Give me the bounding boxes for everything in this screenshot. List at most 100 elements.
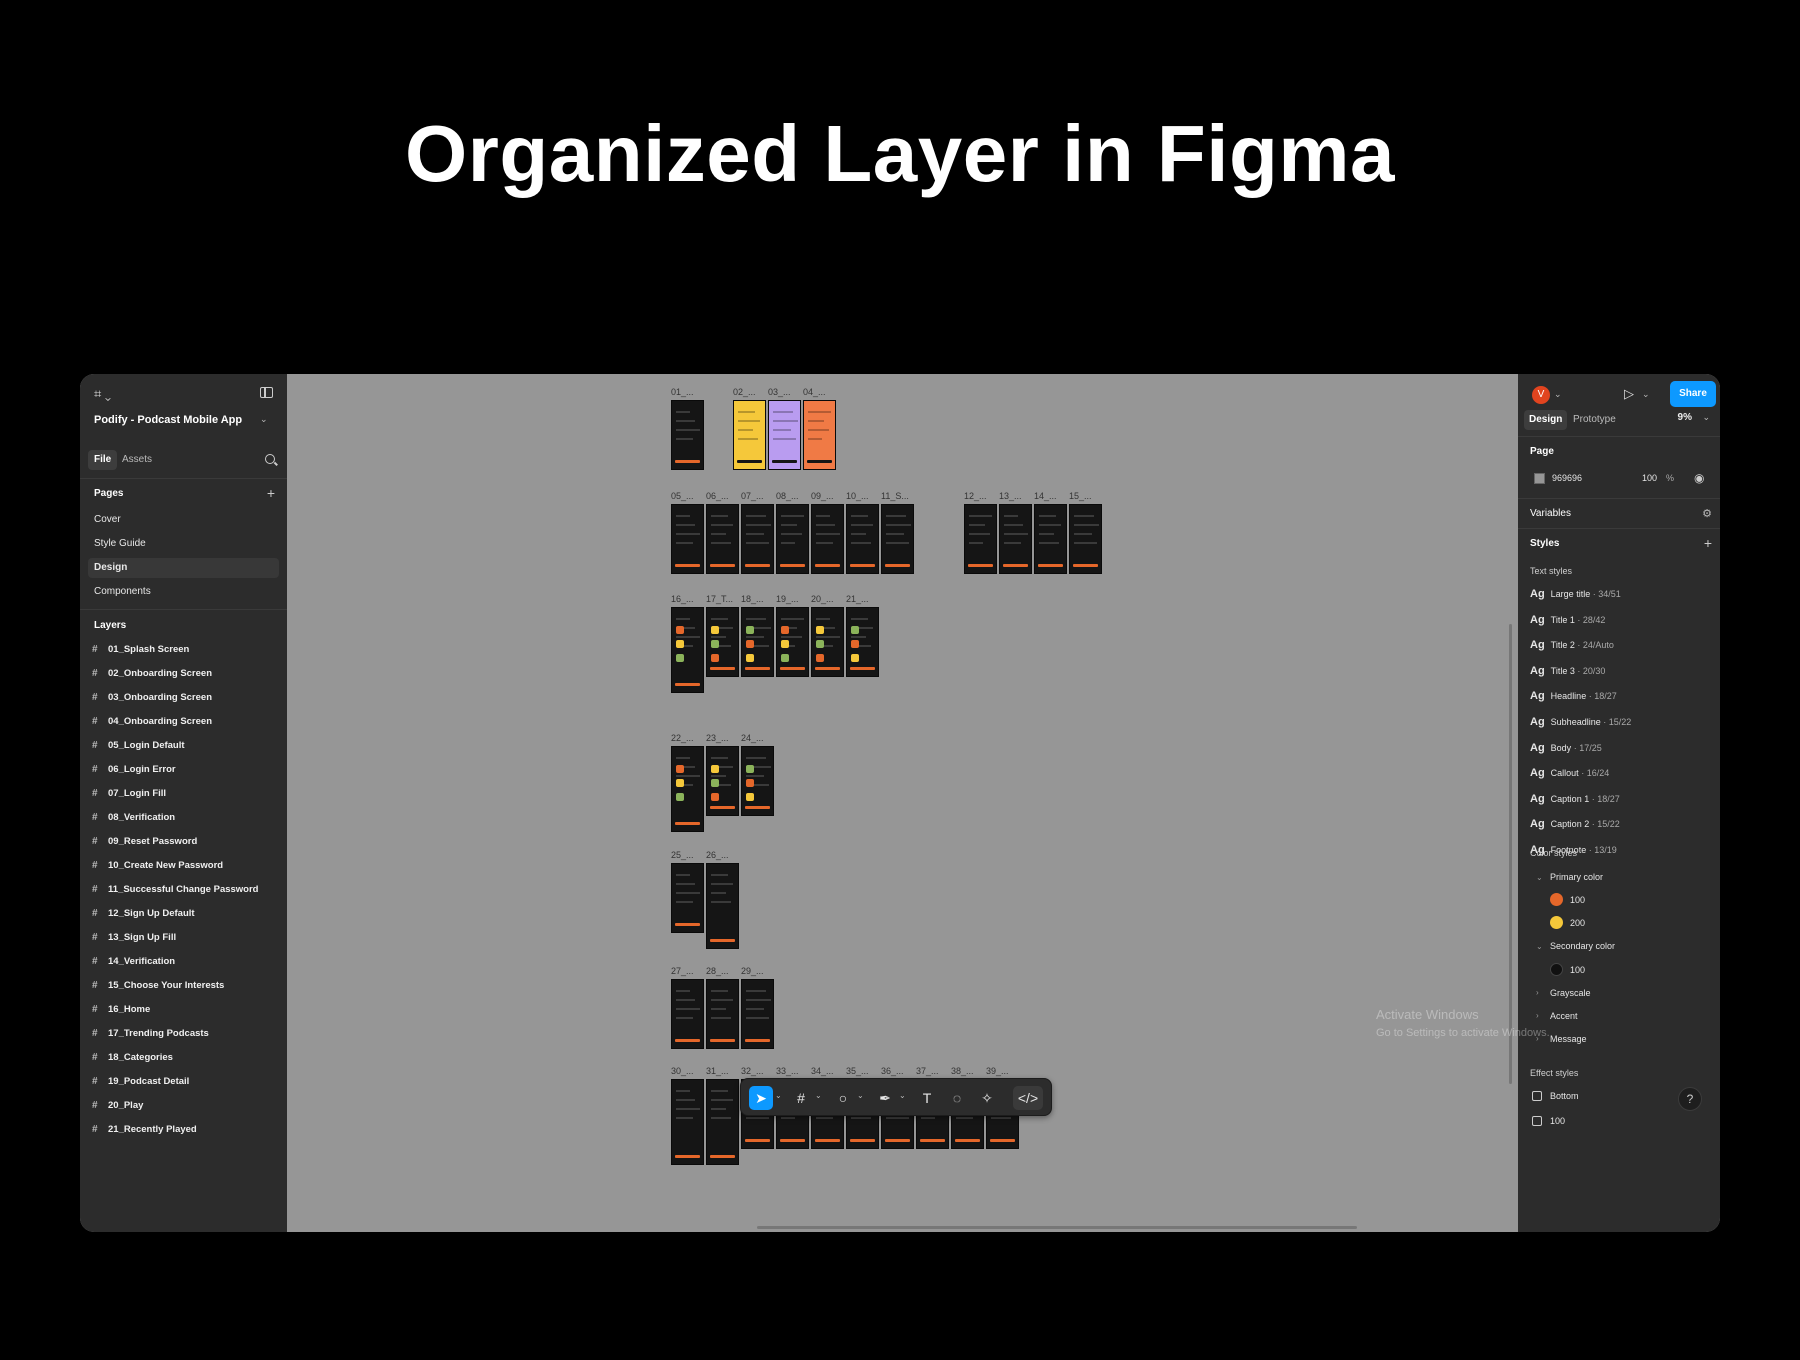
frame-label[interactable]: 14_... — [1034, 491, 1057, 501]
frame-label[interactable]: 38_... — [951, 1066, 974, 1076]
screen-frame[interactable] — [811, 607, 844, 677]
chevron-right-icon[interactable]: › — [1536, 988, 1539, 997]
screen-frame[interactable] — [768, 400, 801, 470]
screen-frame[interactable] — [671, 504, 704, 574]
frame-label[interactable]: 26_... — [706, 850, 729, 860]
frame-label[interactable]: 15_... — [1069, 491, 1092, 501]
frame-label[interactable]: 24_... — [741, 733, 764, 743]
screen-frame[interactable] — [881, 504, 914, 574]
chevron-down-icon[interactable]: ⌄ — [1554, 389, 1562, 400]
layer-item[interactable]: #11_Successful Change Password — [92, 878, 283, 902]
frame-label[interactable]: 04_... — [803, 387, 826, 397]
sidebar-toggle-icon[interactable] — [260, 387, 273, 398]
layer-item[interactable]: #07_Login Fill — [92, 782, 283, 806]
screen-frame[interactable] — [733, 400, 766, 470]
present-icon[interactable]: ▷ — [1624, 386, 1634, 402]
tab-assets[interactable]: Assets — [116, 450, 158, 470]
frame-tool-icon[interactable]: # — [789, 1086, 813, 1110]
page-item-style-guide[interactable]: Style Guide — [88, 534, 279, 554]
text-tool-icon[interactable]: T — [915, 1086, 939, 1110]
frame-label[interactable]: 12_... — [964, 491, 987, 501]
screen-frame[interactable] — [741, 979, 774, 1049]
variables-heading[interactable]: Variables — [1530, 508, 1571, 519]
frame-label[interactable]: 36_... — [881, 1066, 904, 1076]
frame-label[interactable]: 31_... — [706, 1066, 729, 1076]
secondary-color-100-label[interactable]: 100 — [1570, 965, 1585, 975]
text-style-item[interactable]: Ag Headline · 18/27 — [1530, 690, 1617, 702]
screen-frame[interactable] — [741, 504, 774, 574]
layer-item[interactable]: #17_Trending Podcasts — [92, 1022, 283, 1046]
page-color-field[interactable]: 969696 100 % ◉ — [1530, 468, 1710, 490]
text-style-item[interactable]: Ag Large title · 34/51 — [1530, 588, 1621, 600]
chevron-down-icon[interactable]: ⌄ — [1642, 389, 1650, 400]
dev-mode-icon[interactable]: </> — [1013, 1086, 1043, 1110]
screen-frame[interactable] — [706, 504, 739, 574]
layer-item[interactable]: #19_Podcast Detail — [92, 1070, 283, 1094]
screen-frame[interactable] — [846, 607, 879, 677]
frame-label[interactable]: 13_... — [999, 491, 1022, 501]
page-item-components[interactable]: Components — [88, 582, 279, 602]
chevron-down-icon[interactable]: ⌄ — [815, 1091, 822, 1100]
add-page-icon[interactable]: + — [267, 486, 275, 500]
layer-item[interactable]: #04_Onboarding Screen — [92, 710, 283, 734]
canvas[interactable]: 01_... 02_... 03_... 04_... 05_... 06_... 07_.… — [287, 374, 1518, 1232]
frame-label[interactable]: 18_... — [741, 594, 764, 604]
text-style-item[interactable]: Ag Caption 1 · 18/27 — [1530, 793, 1620, 805]
screen-frame[interactable] — [706, 979, 739, 1049]
frame-label[interactable]: 10_... — [846, 491, 869, 501]
chevron-down-icon[interactable]: ⌄ — [1536, 942, 1543, 951]
ellipse-tool-icon[interactable]: ○ — [831, 1086, 855, 1110]
frame-label[interactable]: 34_... — [811, 1066, 834, 1076]
frame-label[interactable]: 27_... — [671, 966, 694, 976]
text-style-item[interactable]: Ag Subheadline · 15/22 — [1530, 716, 1631, 728]
help-button[interactable]: ? — [1678, 1087, 1702, 1111]
horizontal-scrollbar[interactable] — [757, 1226, 1357, 1229]
share-button[interactable]: Share — [1670, 381, 1716, 407]
frame-label[interactable]: 19_... — [776, 594, 799, 604]
page-color-hex[interactable]: 969696 — [1552, 473, 1582, 483]
avatar[interactable]: V — [1532, 386, 1550, 404]
frame-label[interactable]: 01_... — [671, 387, 694, 397]
add-style-icon[interactable]: + — [1704, 536, 1712, 550]
frame-label[interactable]: 20_... — [811, 594, 834, 604]
accent-group[interactable]: Accent — [1550, 1011, 1578, 1021]
screen-frame[interactable] — [846, 504, 879, 574]
screen-frame[interactable] — [706, 746, 739, 816]
effect-100-label[interactable]: 100 — [1550, 1116, 1565, 1126]
tab-prototype[interactable]: Prototype — [1568, 410, 1621, 430]
screen-frame[interactable] — [741, 607, 774, 677]
frame-label[interactable]: 28_... — [706, 966, 729, 976]
frame-label[interactable]: 03_... — [768, 387, 791, 397]
frame-label[interactable]: 23_... — [706, 733, 729, 743]
screen-frame[interactable] — [671, 1079, 704, 1165]
tab-design[interactable]: Design — [1524, 410, 1568, 430]
grayscale-group[interactable]: Grayscale — [1550, 988, 1591, 998]
tab-file[interactable]: File — [88, 450, 118, 470]
chevron-down-icon[interactable]: ⌄ — [1702, 412, 1710, 423]
comment-tool-icon[interactable]: ◌ — [945, 1086, 969, 1110]
message-group[interactable]: Message — [1550, 1034, 1587, 1044]
layer-item[interactable]: #12_Sign Up Default — [92, 902, 283, 926]
frame-label[interactable]: 35_... — [846, 1066, 869, 1076]
frame-label[interactable]: 39_... — [986, 1066, 1009, 1076]
text-style-item[interactable]: Ag Body · 17/25 — [1530, 742, 1602, 754]
frame-label[interactable]: 09_... — [811, 491, 834, 501]
page-color-swatch[interactable] — [1534, 473, 1545, 484]
text-style-item[interactable]: Ag Callout · 16/24 — [1530, 767, 1609, 779]
screen-frame[interactable] — [999, 504, 1032, 574]
chevron-down-icon[interactable]: ⌄ — [1536, 873, 1543, 882]
screen-frame[interactable] — [706, 863, 739, 949]
layer-item[interactable]: #01_Splash Screen — [92, 638, 283, 662]
screen-frame[interactable] — [964, 504, 997, 574]
primary-color-100-label[interactable]: 100 — [1570, 895, 1585, 905]
frame-label[interactable]: 05_... — [671, 491, 694, 501]
layer-item[interactable]: #13_Sign Up Fill — [92, 926, 283, 950]
figma-menu-icon[interactable]: ⌗ ⌄ — [94, 386, 111, 402]
page-item-design[interactable]: Design — [88, 558, 279, 578]
layer-item[interactable]: #14_Verification — [92, 950, 283, 974]
chevron-down-icon[interactable]: ⌄ — [775, 1091, 782, 1100]
screen-frame[interactable] — [706, 1079, 739, 1165]
screen-frame[interactable] — [671, 400, 704, 470]
screen-frame[interactable] — [776, 607, 809, 677]
secondary-color-100-swatch[interactable] — [1550, 963, 1563, 976]
